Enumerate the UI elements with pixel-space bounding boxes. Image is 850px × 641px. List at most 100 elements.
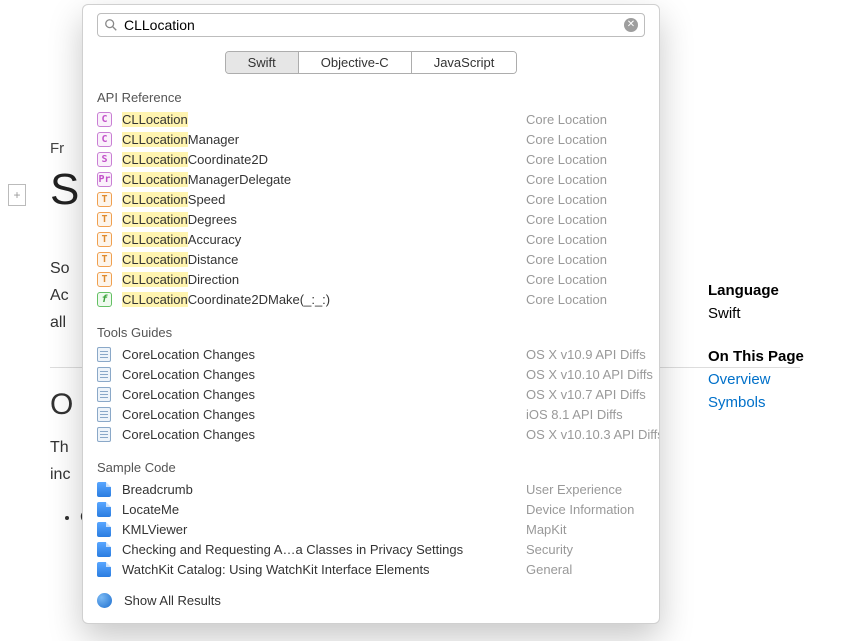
show-all-label: Show All Results — [124, 593, 221, 608]
guide-result-row[interactable]: CoreLocation Changes iOS 8.1 API Diffs — [93, 404, 649, 424]
document-icon — [97, 367, 111, 382]
language-value: Swift — [708, 305, 828, 322]
result-name: Breadcrumb — [122, 482, 193, 497]
right-sidebar: Language Swift On This Page Overview Sym… — [708, 282, 828, 417]
api-result-row[interactable]: T CLLocationSpeed Core Location — [93, 189, 649, 209]
language-tabs: Swift Objective-C JavaScript — [83, 45, 659, 84]
result-module: Core Location — [526, 292, 607, 307]
result-name: CoreLocation Changes — [122, 347, 255, 362]
result-name: WatchKit Catalog: Using WatchKit Interfa… — [122, 562, 430, 577]
result-module: OS X v10.9 API Diffs — [526, 347, 646, 362]
api-result-row[interactable]: C CLLocation Core Location — [93, 109, 649, 129]
toc-link-symbols[interactable]: Symbols — [708, 394, 828, 411]
kind-badge: f — [97, 292, 112, 307]
bookmark-icon[interactable]: + — [8, 184, 26, 206]
api-result-row[interactable]: f CLLocationCoordinate2DMake(_:_:) Core Lo… — [93, 289, 649, 309]
on-this-page-label: On This Page — [708, 348, 828, 365]
document-icon — [97, 387, 111, 402]
result-name: CLLocationSpeed — [122, 192, 225, 207]
sample-result-row[interactable]: Breadcrumb User Experience — [93, 479, 649, 499]
sample-icon — [97, 522, 111, 537]
guide-result-row[interactable]: CoreLocation Changes OS X v10.7 API Diffs — [93, 384, 649, 404]
kind-badge: T — [97, 252, 112, 267]
result-module: Core Location — [526, 212, 607, 227]
api-result-row[interactable]: TCLLocationAccuracyCore Location — [93, 229, 649, 249]
result-module: Core Location — [526, 272, 607, 287]
document-icon — [97, 427, 111, 442]
sample-result-row[interactable]: KMLViewer MapKit — [93, 519, 649, 539]
show-all-results[interactable]: Show All Results — [93, 579, 649, 612]
guide-result-row[interactable]: CoreLocation Changes OS X v10.9 API Diffs — [93, 344, 649, 364]
result-name: KMLViewer — [122, 522, 187, 537]
kind-badge: T — [97, 192, 112, 207]
tab-javascript[interactable]: JavaScript — [412, 52, 517, 73]
tab-objective-c[interactable]: Objective-C — [299, 52, 412, 73]
guide-result-row[interactable]: CoreLocation ChangesOS X v10.10 API Diff… — [93, 364, 649, 384]
results-pane: API Reference CCLLocationCore LocationCC… — [83, 84, 659, 623]
section-header-tools: Tools Guides — [93, 319, 649, 344]
result-module: Core Location — [526, 192, 607, 207]
result-name: CoreLocation Changes — [122, 367, 255, 382]
kind-badge: T — [97, 272, 112, 287]
result-name: CLLocationDirection — [122, 272, 239, 287]
result-module: OS X v10.7 API Diffs — [526, 387, 646, 402]
result-module: Core Location — [526, 132, 607, 147]
result-name: Checking and Requesting A…a Classes in P… — [122, 542, 463, 557]
globe-icon — [97, 593, 112, 608]
section-header-sample: Sample Code — [93, 454, 649, 479]
result-name: CLLocationDistance — [122, 252, 238, 267]
result-module: General — [526, 562, 572, 577]
sample-icon — [97, 502, 111, 517]
search-popover: ✕ Swift Objective-C JavaScript API Refer… — [82, 4, 660, 624]
result-module: Core Location — [526, 152, 607, 167]
result-module: Core Location — [526, 172, 607, 187]
result-name: CLLocation — [122, 112, 188, 127]
result-name: CLLocationManagerDelegate — [122, 172, 291, 187]
api-result-row[interactable]: C CLLocationManager Core Location — [93, 129, 649, 149]
clear-search-icon[interactable]: ✕ — [624, 18, 638, 32]
api-result-row[interactable]: S CLLocationCoordinate2D Core Location — [93, 149, 649, 169]
result-module: Security — [526, 542, 573, 557]
toc-link-overview[interactable]: Overview — [708, 371, 828, 388]
kind-badge: C — [97, 112, 112, 127]
guide-result-row[interactable]: CoreLocation ChangesOS X v10.10.3 API Di… — [93, 424, 649, 444]
kind-badge: T — [97, 212, 112, 227]
api-result-row[interactable]: T CLLocationDirection Core Location — [93, 269, 649, 289]
sample-icon — [97, 482, 111, 497]
sample-result-row[interactable]: Checking and Requesting A…a Classes in P… — [93, 539, 649, 559]
result-module: iOS 8.1 API Diffs — [526, 407, 623, 422]
tab-swift[interactable]: Swift — [226, 52, 299, 73]
language-label: Language — [708, 282, 828, 299]
result-module: Core Location — [526, 232, 607, 247]
search-icon — [104, 18, 118, 32]
result-module: Core Location — [526, 112, 607, 127]
result-name: LocateMe — [122, 502, 179, 517]
search-field-wrapper[interactable]: ✕ — [97, 13, 645, 37]
sample-result-row[interactable]: WatchKit Catalog: Using WatchKit Interfa… — [93, 559, 649, 579]
sample-result-row[interactable]: LocateMe Device Information — [93, 499, 649, 519]
segmented-control: Swift Objective-C JavaScript — [225, 51, 518, 74]
result-module: User Experience — [526, 482, 622, 497]
result-name: CLLocationCoordinate2DMake(_:_:) — [122, 292, 330, 307]
result-name: CLLocationDegrees — [122, 212, 237, 227]
kind-badge: S — [97, 152, 112, 167]
kind-badge: C — [97, 132, 112, 147]
kind-badge: Pr — [97, 172, 112, 187]
result-name: CLLocationManager — [122, 132, 239, 147]
result-module: OS X v10.10 API Diffs — [526, 367, 653, 382]
api-result-row[interactable]: TCLLocationDistanceCore Location — [93, 249, 649, 269]
section-header-api: API Reference — [93, 84, 649, 109]
result-name: CLLocationCoordinate2D — [122, 152, 268, 167]
search-input[interactable] — [124, 17, 624, 33]
result-module: MapKit — [526, 522, 566, 537]
result-name: CoreLocation Changes — [122, 407, 255, 422]
sample-icon — [97, 562, 111, 577]
result-name: CoreLocation Changes — [122, 387, 255, 402]
document-icon — [97, 347, 111, 362]
api-result-row[interactable]: T CLLocationDegrees Core Location — [93, 209, 649, 229]
search-row: ✕ — [83, 5, 659, 45]
document-icon — [97, 407, 111, 422]
api-result-row[interactable]: Pr CLLocationManagerDelegate Core Location — [93, 169, 649, 189]
sample-icon — [97, 542, 111, 557]
result-module: Device Information — [526, 502, 634, 517]
